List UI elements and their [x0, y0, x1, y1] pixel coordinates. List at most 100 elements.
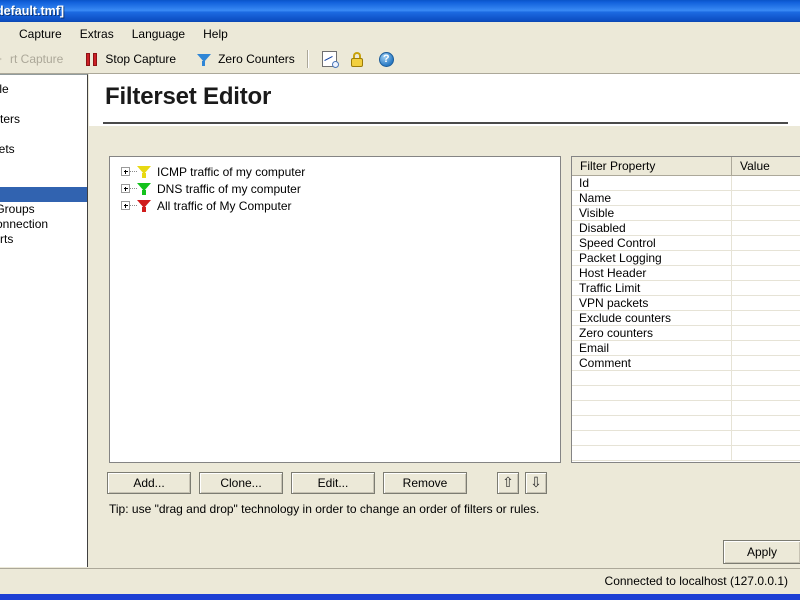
arrow-down-icon: ⇩ — [530, 474, 542, 490]
expand-icon[interactable] — [121, 184, 130, 193]
property-value[interactable] — [732, 431, 800, 445]
move-up-button[interactable]: ⇧ — [497, 472, 519, 494]
table-row[interactable] — [572, 386, 800, 401]
table-row[interactable] — [572, 371, 800, 386]
property-value[interactable] — [732, 371, 800, 385]
property-value[interactable] — [732, 191, 800, 205]
filter-actions: Add... Clone... Edit... Remove ⇧ ⇩ — [107, 472, 553, 494]
property-value[interactable] — [732, 266, 800, 280]
table-row[interactable] — [572, 416, 800, 431]
property-name: Speed Control — [572, 236, 732, 250]
stop-capture-button[interactable]: Stop Capture — [77, 47, 182, 71]
property-name — [572, 416, 732, 430]
expand-icon[interactable] — [121, 167, 130, 176]
funnel-icon — [137, 182, 151, 196]
property-value[interactable] — [732, 221, 800, 235]
menu-item-language[interactable]: Language — [123, 24, 194, 44]
title-divider — [103, 122, 788, 124]
menu-bar: Capture Extras Language Help — [0, 22, 800, 45]
property-value[interactable] — [732, 356, 800, 370]
apply-button[interactable]: Apply — [723, 540, 800, 564]
edit-button[interactable]: Edit... — [291, 472, 375, 494]
table-row[interactable]: Disabled — [572, 221, 800, 236]
table-row[interactable]: Speed Control — [572, 236, 800, 251]
tree-item-label: ICMP traffic of my computer — [157, 164, 306, 179]
tree-row[interactable]: All traffic of My Computer — [114, 197, 560, 214]
table-row[interactable]: Name — [572, 191, 800, 206]
table-row[interactable]: Email — [572, 341, 800, 356]
sidebar-item-address-groups[interactable]: ss Groups — [0, 202, 87, 217]
property-name: Email — [572, 341, 732, 355]
sidebar-item-remote-connection[interactable]: e connection — [0, 217, 87, 232]
zero-counters-button[interactable]: Zero Counters — [190, 47, 301, 71]
property-value[interactable] — [732, 296, 800, 310]
title-bar: default.tmf] — [0, 0, 800, 22]
table-row[interactable]: Visible — [572, 206, 800, 221]
property-value[interactable] — [732, 326, 800, 340]
table-row[interactable]: VPN packets — [572, 296, 800, 311]
lock-tool-button[interactable] — [343, 47, 372, 71]
table-row[interactable] — [572, 431, 800, 446]
menu-item-help[interactable]: Help — [194, 24, 237, 44]
play-icon — [0, 51, 5, 68]
property-name: Id — [572, 176, 732, 190]
tree-item-label: All traffic of My Computer — [157, 198, 292, 213]
property-name: Disabled — [572, 221, 732, 235]
padlock-icon — [349, 51, 366, 68]
stop-capture-label: Stop Capture — [105, 52, 177, 66]
property-value[interactable] — [732, 341, 800, 355]
funnel-icon — [137, 199, 151, 213]
property-name: Zero counters — [572, 326, 732, 340]
property-name: Visible — [572, 206, 732, 220]
tree-row[interactable]: ICMP traffic of my computer — [114, 163, 560, 180]
table-row[interactable]: Traffic Limit — [572, 281, 800, 296]
table-row[interactable]: Packet Logging — [572, 251, 800, 266]
property-value[interactable] — [732, 401, 800, 415]
clone-button[interactable]: Clone... — [199, 472, 283, 494]
pause-icon — [83, 51, 100, 68]
property-value[interactable] — [732, 176, 800, 190]
sidebar-item-packets[interactable]: ackets — [0, 142, 87, 157]
help-tool-button[interactable] — [372, 47, 401, 71]
menu-item-capture[interactable]: Capture — [10, 24, 71, 44]
add-button[interactable]: Add... — [107, 472, 191, 494]
move-down-button[interactable]: ⇩ — [525, 472, 547, 494]
sidebar-item-console[interactable]: nsole — [0, 82, 87, 97]
property-name: Packet Logging — [572, 251, 732, 265]
property-value[interactable] — [732, 281, 800, 295]
property-value[interactable] — [732, 251, 800, 265]
property-value[interactable] — [732, 416, 800, 430]
table-row[interactable]: Exclude counters — [572, 311, 800, 326]
property-value[interactable] — [732, 236, 800, 250]
filter-property-grid[interactable]: Filter Property Value Id Name Visible Di… — [571, 156, 800, 463]
table-row[interactable]: Comment — [572, 356, 800, 371]
sidebar-item-counters[interactable]: ounters — [0, 112, 87, 127]
sidebar-item-selected[interactable] — [0, 187, 87, 202]
expand-icon[interactable] — [121, 201, 130, 210]
application-window: default.tmf] Capture Extras Language Hel… — [0, 0, 800, 600]
table-row[interactable] — [572, 446, 800, 461]
table-row[interactable]: Zero counters — [572, 326, 800, 341]
property-name — [572, 446, 732, 460]
property-name: Traffic Limit — [572, 281, 732, 295]
table-row[interactable]: Id — [572, 176, 800, 191]
tree-connector — [130, 187, 137, 190]
filter-tree[interactable]: ICMP traffic of my computer DNS traffic … — [109, 156, 561, 463]
property-name: Exclude counters — [572, 311, 732, 325]
tip-text: Tip: use "drag and drop" technology in o… — [109, 502, 540, 516]
property-value[interactable] — [732, 446, 800, 460]
property-value[interactable] — [732, 206, 800, 220]
window-title: default.tmf] — [0, 4, 65, 18]
sidebar-item-reports[interactable]: eports — [0, 232, 87, 247]
tree-row[interactable]: DNS traffic of my computer — [114, 180, 560, 197]
chart-tool-button[interactable] — [315, 47, 343, 71]
toolbar: rt Capture Stop Capture Zero Counters — [0, 45, 800, 74]
menu-item-extras[interactable]: Extras — [71, 24, 123, 44]
remove-button[interactable]: Remove — [383, 472, 467, 494]
table-row[interactable] — [572, 401, 800, 416]
property-value[interactable] — [732, 386, 800, 400]
property-value[interactable] — [732, 311, 800, 325]
table-row[interactable]: Host Header — [572, 266, 800, 281]
toolbar-separator — [306, 50, 309, 68]
sidebar-item-connection[interactable]: n — [0, 157, 87, 172]
